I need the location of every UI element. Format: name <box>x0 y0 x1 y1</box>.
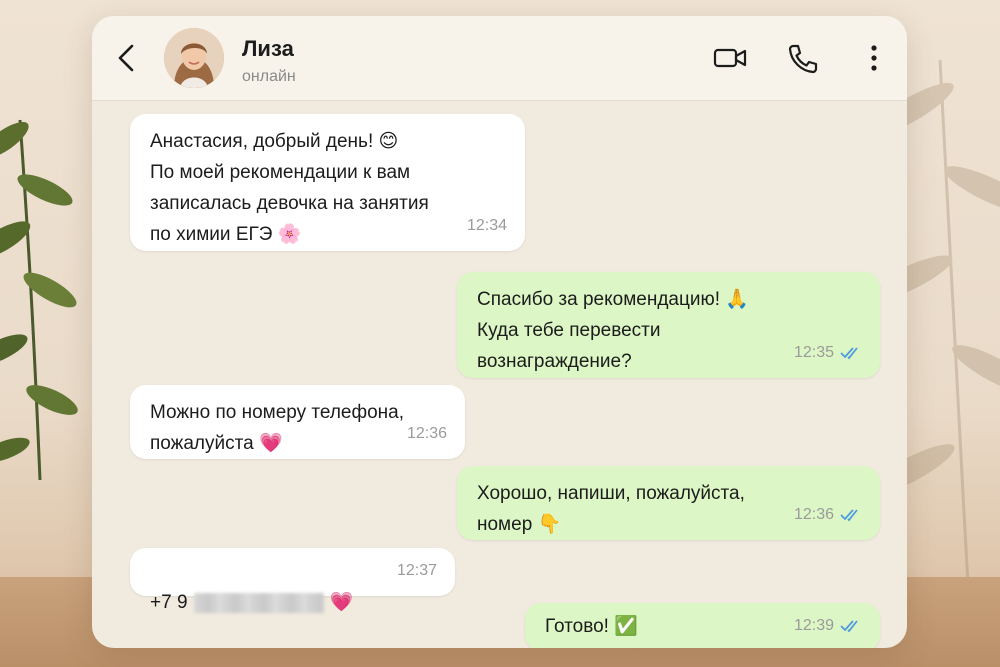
message-outgoing[interactable]: Готово! ✅ 12:39 <box>525 603 880 648</box>
more-menu-icon[interactable] <box>856 42 892 74</box>
message-list: Анастасия, добрый день! 😊 По моей рекоме… <box>92 100 907 648</box>
hidden-phone-number <box>193 592 324 613</box>
message-text: +7 9 💗 <box>150 556 435 618</box>
double-check-icon <box>840 346 858 359</box>
message-outgoing[interactable]: Спасибо за рекомендацию! 🙏 Куда тебе пер… <box>457 272 880 378</box>
chat-window: Лиза онлайн Анастасия, добрый день! 😊 По… <box>92 16 907 648</box>
phone-prefix: +7 9 <box>150 592 188 613</box>
back-arrow-icon[interactable] <box>114 42 140 74</box>
double-check-icon <box>840 619 858 632</box>
avatar-image <box>164 28 224 88</box>
message-time: 12:36 <box>793 506 834 523</box>
contact-status: онлайн <box>242 68 296 85</box>
double-check-icon <box>840 508 858 521</box>
message-time: 12:35 <box>793 344 834 361</box>
chat-header: Лиза онлайн <box>92 16 907 101</box>
avatar[interactable] <box>164 28 224 88</box>
message-emoji: 💗 <box>329 592 354 614</box>
message-outgoing[interactable]: Хорошо, напиши, пожалуйста, номер 👇 12:3… <box>457 466 880 540</box>
video-call-icon[interactable] <box>712 42 748 74</box>
message-time: 12:37 <box>396 562 437 579</box>
message-incoming[interactable]: Анастасия, добрый день! 😊 По моей рекоме… <box>130 114 525 251</box>
message-time: 12:34 <box>466 217 507 234</box>
message-text: Можно по номеру телефона, пожалуйста 💗 <box>150 402 405 454</box>
contact-name[interactable]: Лиза <box>242 36 294 62</box>
message-incoming[interactable]: Можно по номеру телефона, пожалуйста 💗 1… <box>130 385 465 459</box>
message-time: 12:36 <box>406 425 447 442</box>
plant-decoration <box>0 119 78 480</box>
message-time: 12:39 <box>793 617 834 634</box>
message-incoming[interactable]: +7 9 💗 12:37 <box>130 548 455 613</box>
message-text: Анастасия, добрый день! 😊 По моей рекоме… <box>150 131 429 245</box>
phone-icon[interactable] <box>784 42 820 74</box>
